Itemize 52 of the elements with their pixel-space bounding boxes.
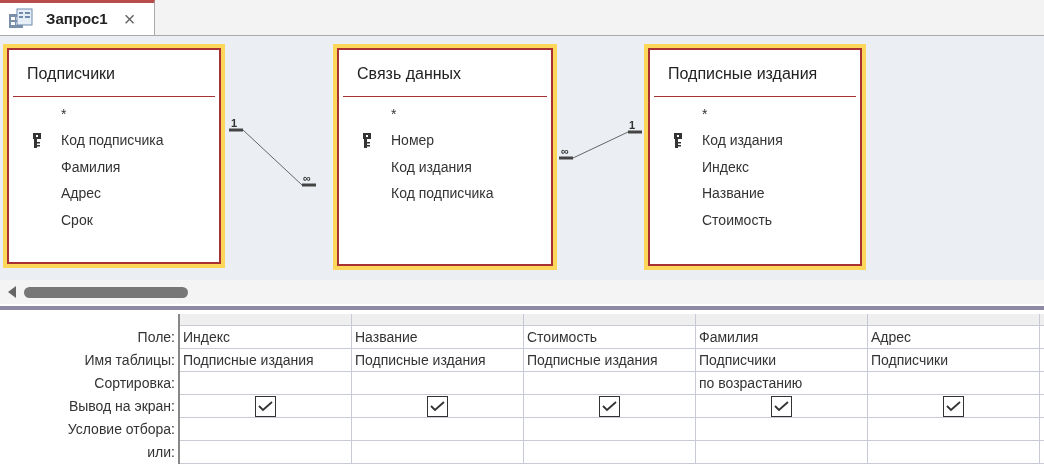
table-cell[interactable]: Подписные издания [183,349,314,371]
cardinality-label: ∞ [303,173,311,184]
cardinality-label: 1 [629,120,636,131]
table-cell[interactable]: Подписные издания [527,349,658,371]
field-name[interactable]: Код издания [702,130,783,152]
tab-title: Запрос1 [46,8,108,29]
field-name[interactable]: * [61,103,67,125]
field-name[interactable]: Стоимость [702,209,773,231]
table-cell[interactable]: Название [355,326,418,348]
cardinality-label: ∞ [561,146,569,157]
row-label: или: [147,443,175,462]
checkbox[interactable] [427,395,448,417]
row-label: Вывод на экран: [68,397,175,416]
row-label: Имя таблицы: [84,351,175,370]
table-cell[interactable]: Подписные издания [355,349,486,371]
scrollbar-thumb[interactable] [24,286,188,298]
scroll-left-icon[interactable] [8,286,16,298]
field-name[interactable]: Фамилия [61,156,121,178]
field-name[interactable]: Срок [61,209,93,231]
field-name[interactable]: * [702,103,708,125]
field-name[interactable]: * [391,103,397,125]
table-cell[interactable]: Подписчики [871,349,948,371]
table-title: Подписные издания [654,50,856,97]
table-box[interactable]: Подписные издания * Код издания Индекс Название Стоимость [644,44,866,270]
close-button[interactable]: × [123,9,136,29]
table-box[interactable]: Связь данных * Номер Код издания Код подписчика [333,44,557,270]
field-name[interactable]: Название [702,183,765,205]
row-label: Поле: [137,328,175,347]
field-name[interactable]: Код подписчика [61,130,164,152]
table-cell[interactable]: Адрес [871,326,912,348]
checkbox[interactable] [943,395,964,417]
table-cell[interactable]: Подписчики [699,349,776,371]
field-name[interactable]: Код подписчика [391,183,494,205]
table-cell[interactable]: Фамилия [699,326,759,348]
table-cell[interactable]: по возрастанию [699,372,803,394]
field-name[interactable]: Номер [391,130,435,152]
field-name[interactable]: Адрес [61,183,102,205]
checkbox[interactable] [771,395,792,417]
table-title: Подписчики [13,50,215,97]
table-title: Связь данных [343,50,547,97]
query-tab[interactable]: Запрос1 × [0,0,155,35]
checkbox[interactable] [255,395,276,417]
field-name[interactable]: Индекс [702,156,750,178]
row-label: Условие отбора: [67,420,175,439]
query-icon [8,8,34,30]
field-name[interactable]: Код издания [391,156,472,178]
checkbox[interactable] [599,395,620,417]
row-label: Сортировка: [94,374,175,393]
table-cell[interactable]: Стоимость [527,326,598,348]
cardinality-label: 1 [231,118,238,129]
table-box[interactable]: Подписчики * Код подписчика Фамилия Адрес Срок [3,44,225,268]
table-cell[interactable]: Индекс [183,326,231,348]
